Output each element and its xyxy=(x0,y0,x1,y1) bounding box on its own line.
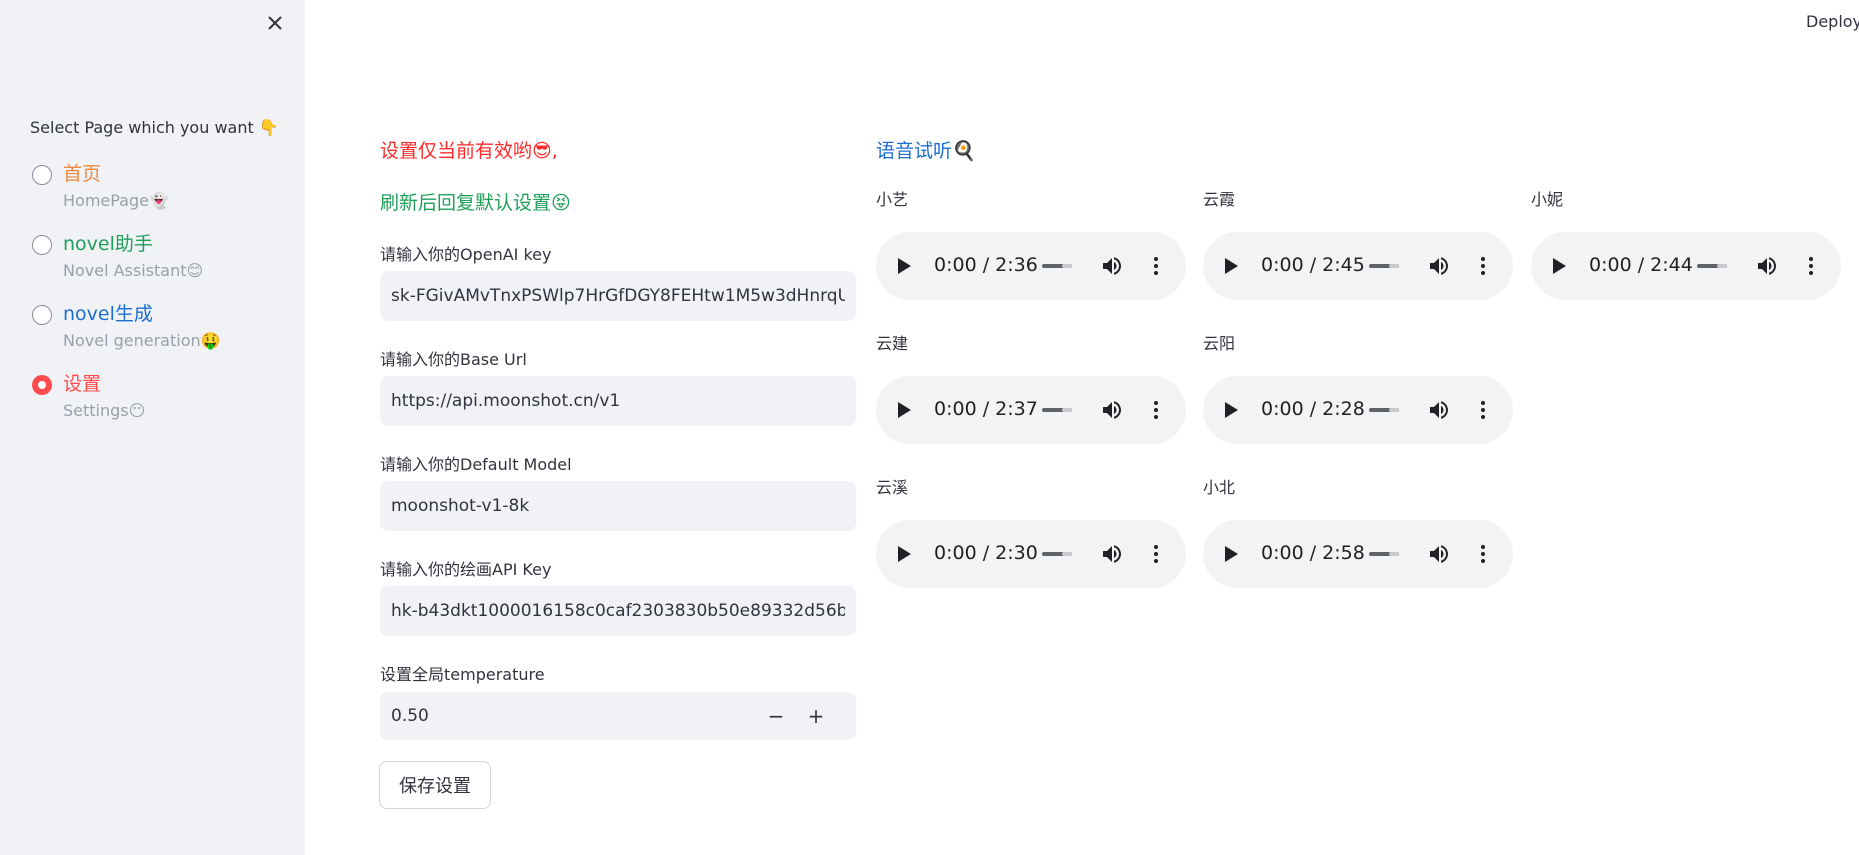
audio-player: 0:00 / 2:58 xyxy=(1203,520,1513,588)
more-options-icon[interactable] xyxy=(1471,542,1495,566)
play-icon[interactable] xyxy=(898,546,911,562)
volume-icon[interactable] xyxy=(1427,542,1451,566)
audio-player: 0:00 / 2:44 xyxy=(1531,232,1841,300)
nav-label-novel-generation: novel生成 xyxy=(63,303,153,325)
audio-progress-remaining xyxy=(1388,264,1399,268)
nav-sublabel-novel-assistant: Novel Assistant😊 xyxy=(63,261,204,280)
audio-time: 0:00 / 2:36 xyxy=(934,254,1038,276)
volume-icon[interactable] xyxy=(1100,542,1124,566)
audio-time: 0:00 / 2:28 xyxy=(1261,398,1365,420)
volume-icon[interactable] xyxy=(1100,254,1124,278)
audio-player: 0:00 / 2:45 xyxy=(1203,232,1513,300)
nav-label-novel-assistant: novel助手 xyxy=(63,233,153,255)
nav-item-settings[interactable]: 设置 Settings😶 xyxy=(32,367,282,427)
radio-novel-assistant[interactable] xyxy=(32,235,52,255)
more-options-icon[interactable] xyxy=(1144,254,1168,278)
more-options-icon[interactable] xyxy=(1144,398,1168,422)
audio-progress-remaining xyxy=(1716,264,1727,268)
audio-progress-remaining xyxy=(1388,408,1399,412)
audio-player: 0:00 / 2:37 xyxy=(876,376,1186,444)
more-options-icon[interactable] xyxy=(1471,254,1495,278)
audio-time: 0:00 / 2:44 xyxy=(1589,254,1693,276)
openai-key-label: 请输入你的OpenAI key xyxy=(380,245,552,264)
audio-player: 0:00 / 2:30 xyxy=(876,520,1186,588)
voice-label: 小北 xyxy=(1203,478,1236,497)
nav-sublabel-settings: Settings😶 xyxy=(63,401,146,420)
temperature-label: 设置全局temperature xyxy=(380,665,545,684)
audio-progress-slider[interactable] xyxy=(1697,264,1727,268)
temperature-increment-button[interactable]: + xyxy=(800,700,832,732)
nav-sublabel-novel-generation: Novel generation🤑 xyxy=(63,331,221,350)
default-model-label: 请输入你的Default Model xyxy=(380,455,572,474)
audio-progress-remaining xyxy=(1388,552,1399,556)
temperature-input[interactable] xyxy=(380,692,760,740)
play-icon[interactable] xyxy=(1553,258,1566,274)
settings-notice-line2: 刷新后回复默认设置😝 xyxy=(380,192,571,214)
radio-home[interactable] xyxy=(32,165,52,185)
deploy-button[interactable]: Deploy xyxy=(1806,12,1859,31)
more-options-icon[interactable] xyxy=(1471,398,1495,422)
radio-novel-generation[interactable] xyxy=(32,305,52,325)
voice-label: 云阳 xyxy=(1203,334,1236,353)
audio-progress-remaining xyxy=(1061,264,1072,268)
default-model-input[interactable] xyxy=(380,481,856,531)
more-options-icon[interactable] xyxy=(1144,542,1168,566)
audio-progress-slider[interactable] xyxy=(1042,264,1072,268)
nav-label-home: 首页 xyxy=(63,163,102,185)
settings-notice-line1: 设置仅当前有效哟😎, xyxy=(380,140,558,162)
audio-progress-slider[interactable] xyxy=(1042,552,1072,556)
nav-item-novel-generation[interactable]: novel生成 Novel generation🤑 xyxy=(32,297,282,357)
audio-time: 0:00 / 2:30 xyxy=(934,542,1038,564)
radio-settings[interactable] xyxy=(32,375,52,395)
voice-label: 云建 xyxy=(876,334,909,353)
voice-label: 云霞 xyxy=(1203,190,1236,209)
play-icon[interactable] xyxy=(898,258,911,274)
audio-progress-slider[interactable] xyxy=(1369,408,1399,412)
voice-label: 小妮 xyxy=(1531,190,1564,209)
volume-icon[interactable] xyxy=(1427,254,1451,278)
volume-icon[interactable] xyxy=(1755,254,1779,278)
nav-label-settings: 设置 xyxy=(63,373,102,395)
audio-progress-slider[interactable] xyxy=(1369,552,1399,556)
more-options-icon[interactable] xyxy=(1799,254,1823,278)
audio-time: 0:00 / 2:45 xyxy=(1261,254,1365,276)
close-icon xyxy=(268,16,282,30)
play-icon[interactable] xyxy=(898,402,911,418)
nav-sublabel-home: HomePage👻 xyxy=(63,191,169,210)
audio-time: 0:00 / 2:37 xyxy=(934,398,1038,420)
base-url-input[interactable] xyxy=(380,376,856,426)
play-icon[interactable] xyxy=(1225,546,1238,562)
nav-title: Select Page which you want 👇 xyxy=(30,118,279,137)
temperature-number-field: − + xyxy=(380,692,856,740)
audio-progress-slider[interactable] xyxy=(1369,264,1399,268)
base-url-label: 请输入你的Base Url xyxy=(380,350,527,369)
voice-label: 小艺 xyxy=(876,190,909,209)
play-icon[interactable] xyxy=(1225,258,1238,274)
draw-api-key-input[interactable] xyxy=(380,586,856,636)
voice-label: 云溪 xyxy=(876,478,909,497)
nav-item-novel-assistant[interactable]: novel助手 Novel Assistant😊 xyxy=(32,227,282,287)
temperature-decrement-button[interactable]: − xyxy=(760,700,792,732)
draw-api-key-label: 请输入你的绘画API Key xyxy=(380,560,552,579)
audio-player: 0:00 / 2:36 xyxy=(876,232,1186,300)
volume-icon[interactable] xyxy=(1100,398,1124,422)
audio-time: 0:00 / 2:58 xyxy=(1261,542,1365,564)
nav-item-home[interactable]: 首页 HomePage👻 xyxy=(32,157,282,217)
openai-key-input[interactable] xyxy=(380,271,856,321)
voice-preview-heading: 语音试听🍳 xyxy=(876,140,976,162)
play-icon[interactable] xyxy=(1225,402,1238,418)
audio-progress-remaining xyxy=(1061,408,1072,412)
volume-icon[interactable] xyxy=(1427,398,1451,422)
audio-progress-remaining xyxy=(1061,552,1072,556)
audio-player: 0:00 / 2:28 xyxy=(1203,376,1513,444)
sidebar: Select Page which you want 👇 首页 HomePage… xyxy=(0,0,305,855)
close-sidebar-button[interactable] xyxy=(262,10,288,36)
save-settings-button[interactable]: 保存设置 xyxy=(379,761,491,809)
audio-progress-slider[interactable] xyxy=(1042,408,1072,412)
